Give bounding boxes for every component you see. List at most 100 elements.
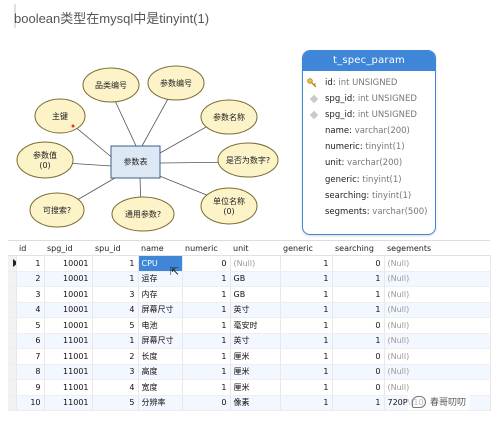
grid-cell-id[interactable]: 1 — [16, 255, 45, 272]
grid-cell-numeric[interactable]: 1 — [182, 333, 231, 349]
grid-cell-unit[interactable]: (Null) — [230, 255, 281, 272]
table-row[interactable]: 8 11001 3 高度 1 厘米 1 0 (Null) — [8, 364, 491, 380]
grid-cell-unit[interactable]: GB — [230, 286, 281, 303]
grid-cell-searching[interactable]: 0 — [332, 317, 385, 334]
row-marker[interactable] — [8, 348, 17, 365]
grid-column-header-segements[interactable]: segements — [384, 241, 490, 256]
grid-cell-unit[interactable]: GB — [230, 271, 281, 287]
grid-cell-spu_id[interactable]: 5 — [92, 395, 139, 411]
row-marker[interactable] — [8, 271, 17, 287]
grid-cell-spu_id[interactable]: 1 — [92, 271, 139, 287]
grid-cell-generic[interactable]: 1 — [280, 317, 333, 334]
grid-cell-searching[interactable]: 0 — [332, 364, 385, 380]
grid-cell-spu_id[interactable]: 1 — [92, 255, 139, 272]
grid-column-header-spu_id[interactable]: spu_id — [92, 241, 138, 256]
row-marker[interactable] — [8, 255, 17, 272]
grid-cell-numeric[interactable]: 1 — [182, 348, 231, 365]
grid-cell-searching[interactable]: 1 — [332, 271, 385, 287]
grid-cell-spg_id[interactable]: 10001 — [44, 317, 93, 334]
grid-cell-spg_id[interactable]: 11001 — [44, 364, 93, 380]
grid-cell-numeric[interactable]: 1 — [182, 286, 231, 303]
grid-cell-name[interactable]: 屏幕尺寸 — [138, 302, 183, 318]
grid-cell-segements[interactable]: (Null) — [384, 255, 491, 272]
grid-cell-searching[interactable]: 1 — [332, 395, 385, 411]
grid-cell-id[interactable]: 6 — [16, 333, 45, 349]
table-row[interactable]: 3 10001 3 内存 1 GB 1 1 (Null) — [8, 286, 491, 303]
grid-cell-segements[interactable]: (Null) — [384, 286, 491, 303]
row-marker[interactable] — [8, 395, 17, 411]
grid-cell-searching[interactable]: 1 — [332, 286, 385, 303]
grid-cell-spg_id[interactable]: 11001 — [44, 348, 93, 365]
grid-cell-id[interactable]: 9 — [16, 379, 45, 396]
grid-cell-spg_id[interactable]: 10001 — [44, 302, 93, 318]
grid-cell-unit[interactable]: 像素 — [230, 395, 281, 411]
grid-cell-generic[interactable]: 1 — [280, 379, 333, 396]
grid-cell-segements[interactable]: (Null) — [384, 333, 491, 349]
row-marker[interactable] — [8, 379, 17, 396]
grid-cell-searching[interactable]: 1 — [332, 333, 385, 349]
grid-cell-segements[interactable]: (Null) — [384, 302, 491, 318]
grid-cell-id[interactable]: 10 — [16, 395, 45, 411]
grid-cell-spg_id[interactable]: 11001 — [44, 395, 93, 411]
grid-cell-unit[interactable]: 英寸 — [230, 333, 281, 349]
grid-cell-name[interactable]: 内存 — [138, 286, 183, 303]
grid-cell-id[interactable]: 3 — [16, 286, 45, 303]
grid-cell-segements[interactable]: (Null) — [384, 348, 491, 365]
grid-cell-generic[interactable]: 1 — [280, 255, 333, 272]
grid-cell-searching[interactable]: 0 — [332, 255, 385, 272]
grid-cell-generic[interactable]: 1 — [280, 395, 333, 411]
grid-cell-id[interactable]: 4 — [16, 302, 45, 318]
grid-cell-spg_id[interactable]: 10001 — [44, 271, 93, 287]
grid-cell-unit[interactable]: 毫安时 — [230, 317, 281, 334]
grid-cell-spg_id[interactable]: 10001 — [44, 286, 93, 303]
grid-cell-generic[interactable]: 1 — [280, 348, 333, 365]
grid-cell-id[interactable]: 7 — [16, 348, 45, 365]
table-row[interactable]: 7 11001 2 长度 1 厘米 1 0 (Null) — [8, 348, 491, 365]
grid-body[interactable]: 1 10001 1 CPU 0 (Null) 1 0 (Null) 2 10001 1 运存 1 GB 1 1(… — [8, 255, 491, 411]
table-row[interactable]: 6 11001 1 屏幕尺寸 1 英寸 1 1 (Null) — [8, 333, 491, 349]
row-marker[interactable] — [8, 333, 17, 349]
grid-cell-unit[interactable]: 英寸 — [230, 302, 281, 318]
row-marker[interactable] — [8, 286, 17, 303]
row-marker[interactable] — [8, 302, 17, 318]
grid-cell-spu_id[interactable]: 4 — [92, 379, 139, 396]
grid-cell-numeric[interactable]: 1 — [182, 364, 231, 380]
grid-cell-unit[interactable]: 厘米 — [230, 348, 281, 365]
grid-cell-generic[interactable]: 1 — [280, 333, 333, 349]
grid-cell-name[interactable]: 屏幕尺寸 — [138, 333, 183, 349]
grid-column-header-generic[interactable]: generic — [280, 241, 332, 256]
grid-cell-id[interactable]: 8 — [16, 364, 45, 380]
grid-column-header-unit[interactable]: unit — [230, 241, 280, 256]
row-marker[interactable] — [8, 317, 17, 334]
grid-column-header-id[interactable]: id — [16, 241, 44, 256]
grid-cell-spu_id[interactable]: 3 — [92, 364, 139, 380]
grid-cell-numeric[interactable]: 1 — [182, 271, 231, 287]
grid-cell-spu_id[interactable]: 5 — [92, 317, 139, 334]
grid-cell-name[interactable]: 高度 — [138, 364, 183, 380]
grid-cell-spu_id[interactable]: 4 — [92, 302, 139, 318]
row-marker[interactable] — [8, 364, 17, 380]
table-row[interactable]: 1 10001 1 CPU 0 (Null) 1 0 (Null) — [8, 255, 491, 272]
grid-column-header-numeric[interactable]: numeric — [182, 241, 230, 256]
grid-cell-generic[interactable]: 1 — [280, 364, 333, 380]
grid-cell-searching[interactable]: 1 — [332, 302, 385, 318]
table-row[interactable]: 4 10001 4 屏幕尺寸 1 英寸 1 1 (Null) — [8, 302, 491, 318]
result-grid[interactable]: id spg_id spu_id name numeric unit generic sear… — [8, 240, 491, 417]
grid-cell-numeric[interactable]: 1 — [182, 317, 231, 334]
grid-cell-numeric[interactable]: 1 — [182, 302, 231, 318]
grid-cell-generic[interactable]: 1 — [280, 286, 333, 303]
table-row[interactable]: 5 10001 5 电池 1 毫安时 1 0 (Null) — [8, 317, 491, 334]
grid-cell-segements[interactable]: (Null) — [384, 364, 491, 380]
grid-cell-spu_id[interactable]: 1 — [92, 333, 139, 349]
table-row[interactable]: 2 10001 1 运存 1 GB 1 1 (Null) — [8, 271, 491, 287]
grid-cell-unit[interactable]: 厘米 — [230, 379, 281, 396]
grid-cell-id[interactable]: 5 — [16, 317, 45, 334]
grid-cell-generic[interactable]: 1 — [280, 302, 333, 318]
grid-cell-name[interactable]: 分辨率 — [138, 395, 183, 411]
grid-cell-spg_id[interactable]: 11001 — [44, 333, 93, 349]
grid-column-header-spg_id[interactable]: spg_id — [44, 241, 92, 256]
grid-cell-name[interactable]: 长度 — [138, 348, 183, 365]
grid-cell-id[interactable]: 2 — [16, 271, 45, 287]
grid-column-header-name[interactable]: name — [138, 241, 182, 256]
grid-cell-searching[interactable]: 0 — [332, 379, 385, 396]
